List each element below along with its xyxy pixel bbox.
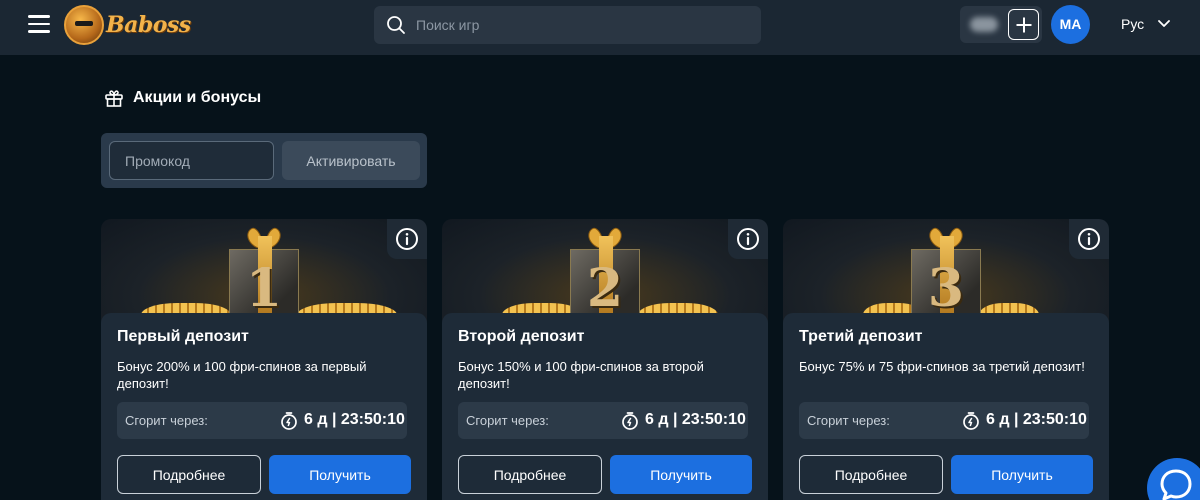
search-icon: [387, 16, 405, 34]
expiry-timer: Сгорит через: 6 д | 23:50:10: [799, 402, 1089, 439]
chat-icon: [1160, 469, 1192, 500]
bonus-card: 1 Первый депозит Бонус 200% и 100 фри-сп…: [101, 219, 427, 500]
promo-code-input[interactable]: [109, 141, 274, 180]
search-bar: [374, 6, 761, 44]
deposit-plus-button[interactable]: [1008, 9, 1039, 40]
language-selector[interactable]: Рус: [1121, 14, 1171, 34]
timer-label: Сгорит через:: [807, 413, 890, 428]
avatar[interactable]: MA: [1051, 5, 1090, 44]
card-description: Бонус 200% и 100 фри-спинов за первый де…: [117, 359, 367, 391]
bonus-card-body: Первый депозит Бонус 200% и 100 фри-спин…: [101, 313, 427, 500]
bonus-card-body: Второй депозит Бонус 150% и 100 фри-спин…: [442, 313, 768, 500]
claim-button[interactable]: Получить: [269, 455, 411, 494]
timer-icon: [281, 412, 297, 430]
claim-button[interactable]: Получить: [951, 455, 1093, 494]
timer-value: 6 д | 23:50:10: [304, 411, 405, 428]
logo-mascot-icon: [64, 5, 104, 45]
bonus-card: 2 Второй депозит Бонус 150% и 100 фри-сп…: [442, 219, 768, 500]
chat-button[interactable]: [1147, 458, 1200, 500]
menu-icon[interactable]: [28, 15, 50, 35]
card-title: Третий депозит: [799, 328, 923, 345]
search-input[interactable]: [416, 6, 746, 44]
info-icon: [396, 228, 418, 250]
info-icon: [737, 228, 759, 250]
timer-icon: [622, 412, 638, 430]
timer-value: 6 д | 23:50:10: [986, 411, 1087, 428]
card-title: Первый депозит: [117, 328, 249, 345]
language-label: Рус: [1121, 16, 1145, 32]
info-button[interactable]: [387, 219, 427, 259]
site-logo[interactable]: Baboss: [64, 3, 191, 47]
bonus-card: 3 Третий депозит Бонус 75% и 75 фри-спин…: [783, 219, 1109, 500]
page-title: Акции и бонусы: [133, 89, 262, 106]
gift-icon: [105, 90, 123, 107]
section-title: Акции и бонусы: [104, 88, 261, 108]
box-number: 1: [245, 258, 283, 319]
timer-icon: [963, 412, 979, 430]
box-number: 2: [586, 258, 624, 319]
balance-hidden-value[interactable]: [970, 17, 998, 32]
timer-label: Сгорит через:: [125, 413, 208, 428]
chevron-down-icon: [1158, 20, 1171, 27]
expiry-timer: Сгорит через: 6 д | 23:50:10: [117, 402, 407, 439]
info-button[interactable]: [728, 219, 768, 259]
info-button[interactable]: [1069, 219, 1109, 259]
card-title: Второй депозит: [458, 328, 585, 345]
activate-button[interactable]: Активировать: [282, 141, 420, 180]
promo-code-form: Активировать: [101, 133, 427, 188]
card-description: Бонус 150% и 100 фри-спинов за второй де…: [458, 359, 704, 391]
info-icon: [1078, 228, 1100, 250]
bonus-card-body: Третий депозит Бонус 75% и 75 фри-спинов…: [783, 313, 1109, 500]
logo-text: Baboss: [106, 12, 191, 38]
details-button[interactable]: Подробнее: [117, 455, 261, 494]
box-number: 3: [927, 258, 965, 319]
card-description: Бонус 75% и 75 фри-спинов за третий депо…: [799, 359, 1085, 374]
balance-widget: [960, 6, 1042, 43]
expiry-timer: Сгорит через: 6 д | 23:50:10: [458, 402, 748, 439]
details-button[interactable]: Подробнее: [458, 455, 602, 494]
timer-label: Сгорит через:: [466, 413, 549, 428]
top-header: Baboss MA Рус: [0, 0, 1200, 55]
details-button[interactable]: Подробнее: [799, 455, 943, 494]
claim-button[interactable]: Получить: [610, 455, 752, 494]
timer-value: 6 д | 23:50:10: [645, 411, 746, 428]
